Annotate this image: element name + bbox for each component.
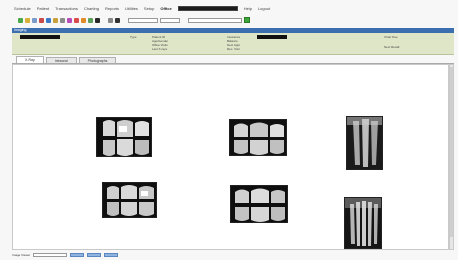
filter-select[interactable] [160,17,180,23]
delete-icon[interactable] [74,17,79,23]
ruler-icon[interactable] [88,17,93,23]
menu-setup[interactable]: Setup [144,6,154,11]
menu-office[interactable]: Office [160,6,171,11]
patient-info-panel: Type Patient ID Age/Gender Office Visits… [12,33,454,55]
menu-logout[interactable]: Logout [258,6,270,11]
search-field[interactable] [128,17,158,23]
menu-reports[interactable]: Reports [105,6,119,11]
status-button-1[interactable] [70,252,85,257]
vertical-scrollbar[interactable] [449,64,454,250]
info-label-xrays: Last X-rays [152,47,168,51]
xray-bitewing-3[interactable] [102,182,157,218]
toolbar [4,14,454,26]
rotate-icon[interactable] [60,17,65,23]
xray-bitewing-2[interactable] [229,119,287,156]
menu-charting[interactable]: Charting [84,6,99,11]
status-button-2[interactable] [87,252,102,257]
imaging-window: Schedule Patient Transactions Charting R… [0,0,458,260]
info-label-rec-visit: Rec. Visit [227,47,240,51]
scan-icon[interactable] [46,17,51,23]
menu-schedule[interactable]: Schedule [14,6,31,11]
patient-id-redacted [257,35,287,39]
tab-photographs[interactable]: Photographs [78,57,117,63]
zoom-icon[interactable] [53,17,58,23]
menu-patient[interactable]: Patient [37,6,49,11]
status-bar: Image Viewer [12,251,454,258]
tab-x-ray[interactable]: X-Ray [16,56,44,63]
status-label: Image Viewer [12,252,31,257]
tab-intraoral[interactable]: Intraoral [45,57,77,63]
menu-transactions[interactable]: Transactions [55,6,78,11]
print-icon[interactable] [32,17,37,23]
menu-help[interactable]: Help [244,6,252,11]
flag-icon[interactable] [81,17,86,23]
info-label-chart-due: Chart Due [384,35,398,39]
xray-bitewing-4[interactable] [230,185,288,223]
image-tabs: X-Ray Intraoral Photographs [12,56,454,64]
settings-icon[interactable] [108,17,113,23]
save-icon[interactable] [25,17,30,23]
note-icon[interactable] [95,17,100,23]
menu-bar: Schedule Patient Transactions Charting R… [4,4,454,13]
status-button-3[interactable] [104,252,119,257]
go-icon[interactable] [244,17,250,23]
import-icon[interactable] [39,17,44,23]
new-icon[interactable] [18,17,23,23]
contrast-icon[interactable] [67,17,72,23]
user-icon[interactable] [115,17,120,23]
info-label-next-recall: Next Recall [384,45,400,49]
info-label-type: Type [130,35,137,39]
status-select[interactable] [33,252,68,257]
xray-periapical-2[interactable] [344,197,382,249]
xray-periapical-1[interactable] [346,116,383,170]
xray-bitewing-1[interactable] [96,117,152,157]
menu-utilities[interactable]: Utilities [125,6,138,11]
patient-name-redacted [20,35,60,39]
scrollbar-thumb[interactable] [450,67,453,237]
search-input[interactable] [188,17,242,23]
office-select[interactable] [177,6,238,11]
